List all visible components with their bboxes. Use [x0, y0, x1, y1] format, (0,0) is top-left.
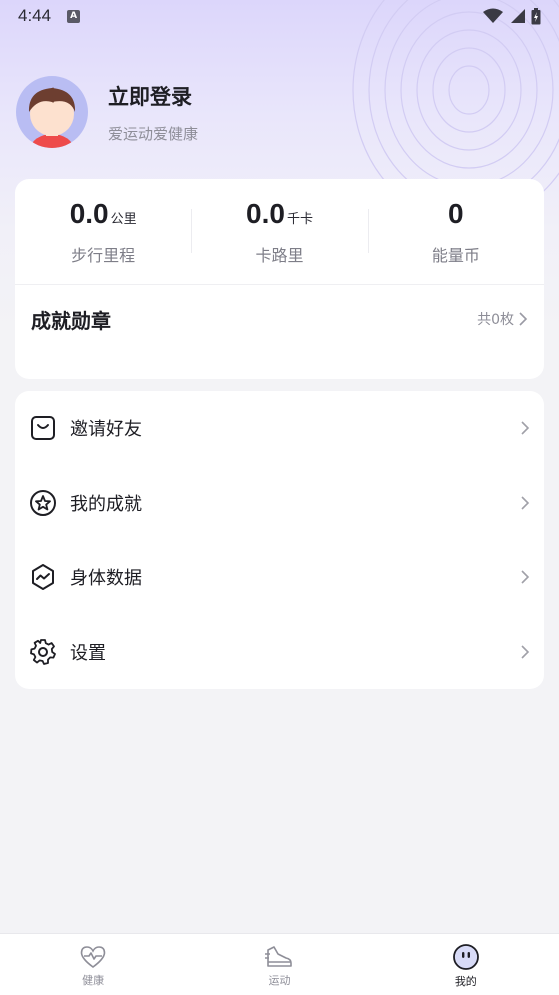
- stat-label: 能量币: [431, 245, 480, 265]
- stat-value: 0.0: [246, 197, 285, 229]
- wifi-icon: [483, 8, 503, 23]
- stats-card: 0.0 公里 步行里程 0.0 千卡 卡路里 0 能量币 成就勋章 共0枚: [15, 179, 544, 379]
- menu-card: 邀请好友 我的成就 身体数据 设置: [15, 391, 544, 689]
- star-badge-icon: [29, 489, 57, 517]
- battery-icon: [531, 7, 541, 24]
- menu-item-achievements[interactable]: 我的成就: [15, 466, 544, 541]
- medals-count: 共0枚: [477, 312, 514, 328]
- status-time: 4:44: [18, 6, 52, 25]
- menu-item-invite[interactable]: 邀请好友: [15, 391, 544, 466]
- login-title[interactable]: 立即登录: [108, 81, 198, 111]
- stat-label: 步行里程: [71, 245, 136, 265]
- stat-calories: 0.0 千卡 卡路里: [191, 179, 367, 284]
- heart-pulse-icon: [80, 945, 106, 968]
- menu-item-label: 我的成就: [70, 493, 142, 515]
- stat-value: 0: [448, 197, 464, 229]
- tab-label: 健康: [82, 973, 105, 987]
- bottom-tab-bar: 健康 运动 我的: [0, 933, 559, 995]
- tab-label: 运动: [268, 973, 291, 987]
- stat-energy-coins: 0 能量币: [367, 179, 544, 284]
- chevron-right-icon: [519, 312, 528, 326]
- chevron-right-icon: [521, 570, 530, 584]
- tab-health[interactable]: 健康: [0, 934, 186, 995]
- menu-item-label: 邀请好友: [70, 419, 142, 441]
- gear-icon: [29, 638, 57, 666]
- status-bar: 4:44 A: [0, 0, 559, 32]
- menu-item-label: 设置: [70, 642, 106, 664]
- medals-row[interactable]: 成就勋章 共0枚: [15, 285, 544, 353]
- profile-subtitle: 爱运动爱健康: [108, 124, 199, 143]
- stat-label: 卡路里: [255, 245, 304, 265]
- menu-item-settings[interactable]: 设置: [15, 615, 544, 690]
- chevron-right-icon: [521, 421, 530, 435]
- stat-distance: 0.0 公里 步行里程: [15, 179, 191, 284]
- stat-value: 0.0: [69, 197, 109, 229]
- sneaker-icon: [265, 945, 293, 967]
- face-icon: [452, 943, 479, 970]
- tab-sport[interactable]: 运动: [186, 934, 372, 995]
- stat-unit: 公里: [110, 211, 137, 227]
- tab-mine[interactable]: 我的: [373, 934, 559, 995]
- avatar[interactable]: [16, 76, 88, 148]
- body-data-icon: [29, 563, 57, 591]
- profile-header[interactable]: 立即登录 爱运动爱健康: [16, 76, 198, 148]
- chevron-right-icon: [521, 496, 530, 510]
- invite-icon: [29, 414, 57, 442]
- avatar-icon: [28, 87, 76, 148]
- notification-indicator-icon: A: [67, 9, 81, 23]
- stat-unit: 千卡: [286, 211, 313, 227]
- medals-count-link[interactable]: 共0枚: [477, 309, 528, 329]
- menu-item-label: 身体数据: [70, 568, 142, 590]
- menu-item-body-data[interactable]: 身体数据: [15, 540, 544, 615]
- chevron-right-icon: [521, 645, 530, 659]
- medals-title: 成就勋章: [31, 308, 111, 333]
- tab-label: 我的: [454, 974, 477, 988]
- signal-icon: [511, 9, 525, 23]
